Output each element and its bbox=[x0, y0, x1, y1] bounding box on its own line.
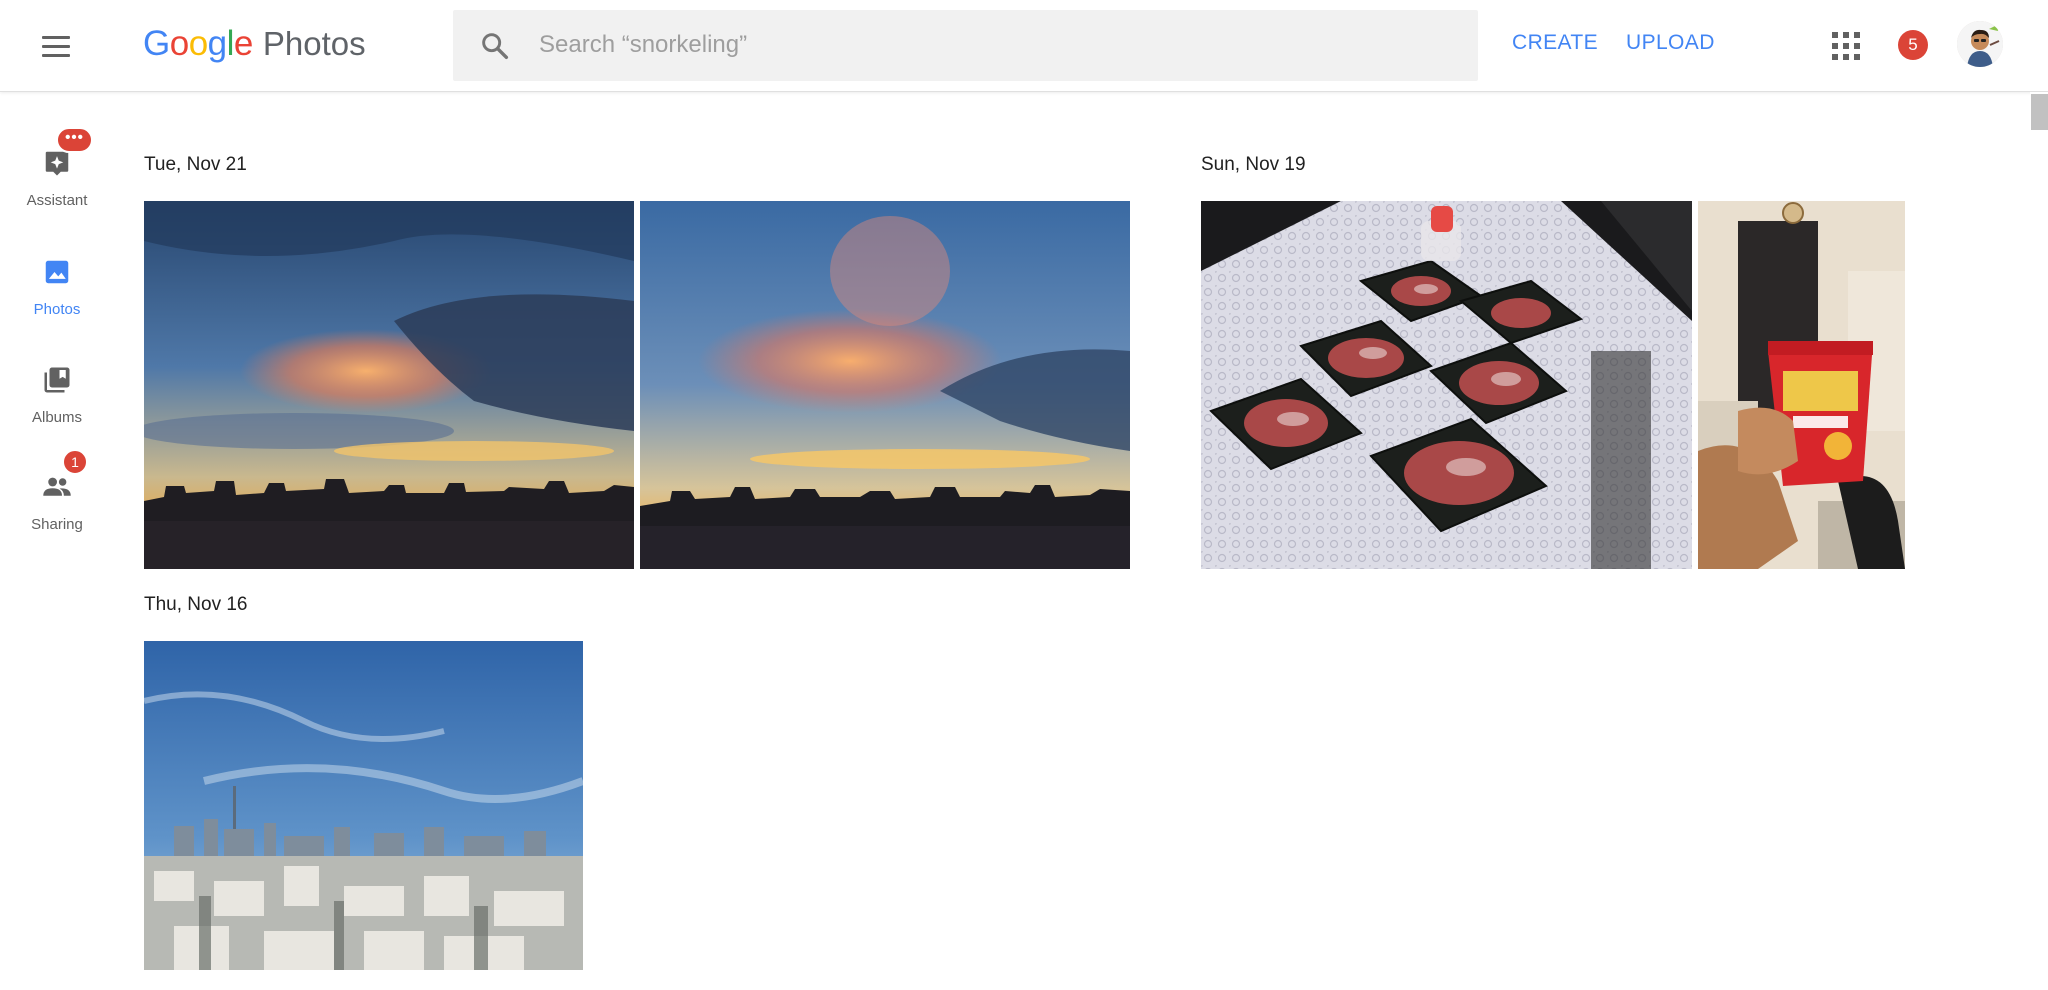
assistant-badge: ••• bbox=[56, 127, 93, 153]
date-header[interactable]: Tue, Nov 21 bbox=[144, 154, 247, 176]
search-bar[interactable] bbox=[453, 10, 1478, 81]
people-icon bbox=[43, 477, 71, 496]
scrollbar-track[interactable] bbox=[2030, 92, 2048, 990]
date-header[interactable]: Thu, Nov 16 bbox=[144, 594, 248, 616]
sidebar-item-photos[interactable]: Photos bbox=[0, 257, 114, 347]
sidebar-item-albums[interactable]: Albums bbox=[0, 365, 114, 455]
sidebar-item-label: Assistant bbox=[26, 192, 88, 209]
sidebar-item-label: Sharing bbox=[31, 516, 83, 533]
albums-icon bbox=[44, 367, 70, 393]
create-button[interactable]: CREATE bbox=[1512, 31, 1598, 55]
google-apps-icon[interactable] bbox=[1832, 32, 1860, 60]
date-header[interactable]: Sun, Nov 19 bbox=[1201, 154, 1306, 176]
sidebar-nav: ••• Assistant Photos Albums 1 Sharing bbox=[0, 92, 114, 990]
upload-button[interactable]: UPLOAD bbox=[1626, 31, 1715, 55]
photo-thumbnail[interactable] bbox=[1698, 201, 1905, 569]
google-photos-logo[interactable]: Google Photos bbox=[143, 24, 366, 68]
main-menu-icon[interactable] bbox=[36, 26, 76, 66]
sidebar-item-sharing[interactable]: 1 Sharing bbox=[0, 449, 114, 562]
scrollbar-thumb[interactable] bbox=[2031, 94, 2048, 130]
search-icon[interactable] bbox=[479, 30, 511, 62]
sidebar-item-label: Albums bbox=[31, 409, 83, 426]
top-app-bar: Google Photos CREATE UPLOAD 5 bbox=[0, 0, 2048, 92]
photo-thumbnail[interactable] bbox=[144, 201, 634, 569]
sidebar-item-assistant[interactable]: ••• Assistant bbox=[0, 127, 114, 238]
search-input[interactable] bbox=[537, 22, 1437, 68]
product-name: Photos bbox=[262, 25, 366, 62]
notifications-badge[interactable]: 5 bbox=[1898, 30, 1928, 60]
photo-icon bbox=[45, 260, 69, 284]
account-avatar[interactable] bbox=[1957, 21, 2003, 67]
photo-thumbnail[interactable] bbox=[640, 201, 1130, 569]
sidebar-item-label: Photos bbox=[33, 301, 81, 318]
photo-thumbnail[interactable] bbox=[1201, 201, 1692, 569]
sharing-badge: 1 bbox=[62, 449, 88, 475]
photo-thumbnail[interactable] bbox=[144, 641, 583, 970]
